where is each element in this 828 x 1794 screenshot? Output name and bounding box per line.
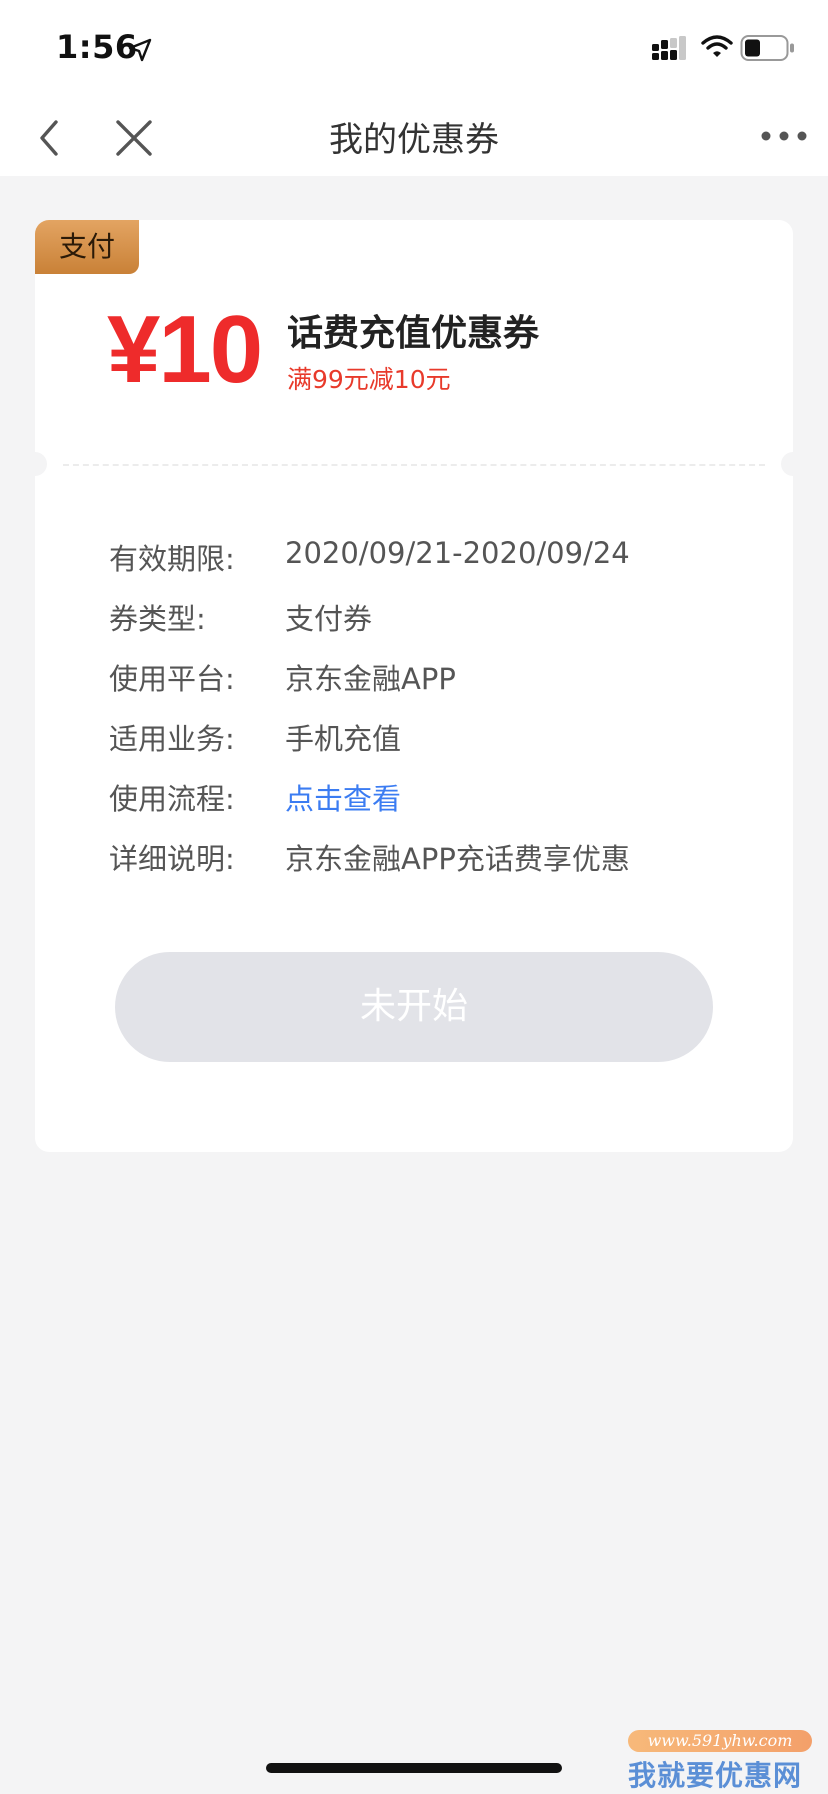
not-started-button[interactable]: 未开始 [115, 952, 713, 1062]
coupon-type-tag: 支付 [35, 220, 139, 274]
cellular-signal-icon [652, 36, 686, 60]
status-bar: 1:56 [0, 0, 828, 96]
location-arrow-icon [128, 38, 152, 62]
detail-label: 券类型: [109, 602, 206, 636]
card-notch-right [781, 452, 793, 476]
view-process-link[interactable]: 点击查看 [285, 776, 401, 818]
coupon-amount: ¥10 [107, 296, 263, 403]
detail-label: 使用平台: [109, 662, 235, 696]
page-title: 我的优惠券 [329, 120, 499, 160]
detail-value: 支付券 [285, 602, 373, 636]
nav-bar: 我的优惠券 [0, 96, 828, 176]
battery-icon [740, 35, 794, 61]
wifi-icon [701, 35, 733, 57]
detail-value: 京东金融APP充话费享优惠 [285, 842, 630, 876]
more-options-icon[interactable] [760, 124, 808, 148]
detail-label: 使用流程: [109, 782, 235, 816]
card-notch-left [35, 452, 47, 476]
detail-label: 详细说明: [109, 842, 235, 876]
coupon-title: 话费充值优惠券 [287, 313, 540, 354]
detail-label: 有效期限: [109, 542, 235, 576]
watermark-url: www.591yhw.com [628, 1730, 812, 1752]
coupon-card: 支付 ¥10 话费充值优惠券 满99元减10元 有效期限: 2020/09/21… [35, 220, 793, 1152]
watermark-logo: www.591yhw.com 我就要优惠网 [612, 1722, 812, 1792]
coupon-condition: 满99元减10元 [287, 365, 451, 394]
detail-value: 2020/09/21-2020/09/24 [285, 536, 630, 570]
detail-label: 适用业务: [109, 722, 235, 756]
home-indicator[interactable] [266, 1763, 562, 1773]
detail-value: 京东金融APP [285, 662, 456, 696]
status-time: 1:56 [56, 28, 138, 66]
watermark-text: 我就要优惠网 [628, 1759, 803, 1792]
card-divider [63, 464, 765, 466]
detail-value: 手机充值 [285, 722, 402, 756]
